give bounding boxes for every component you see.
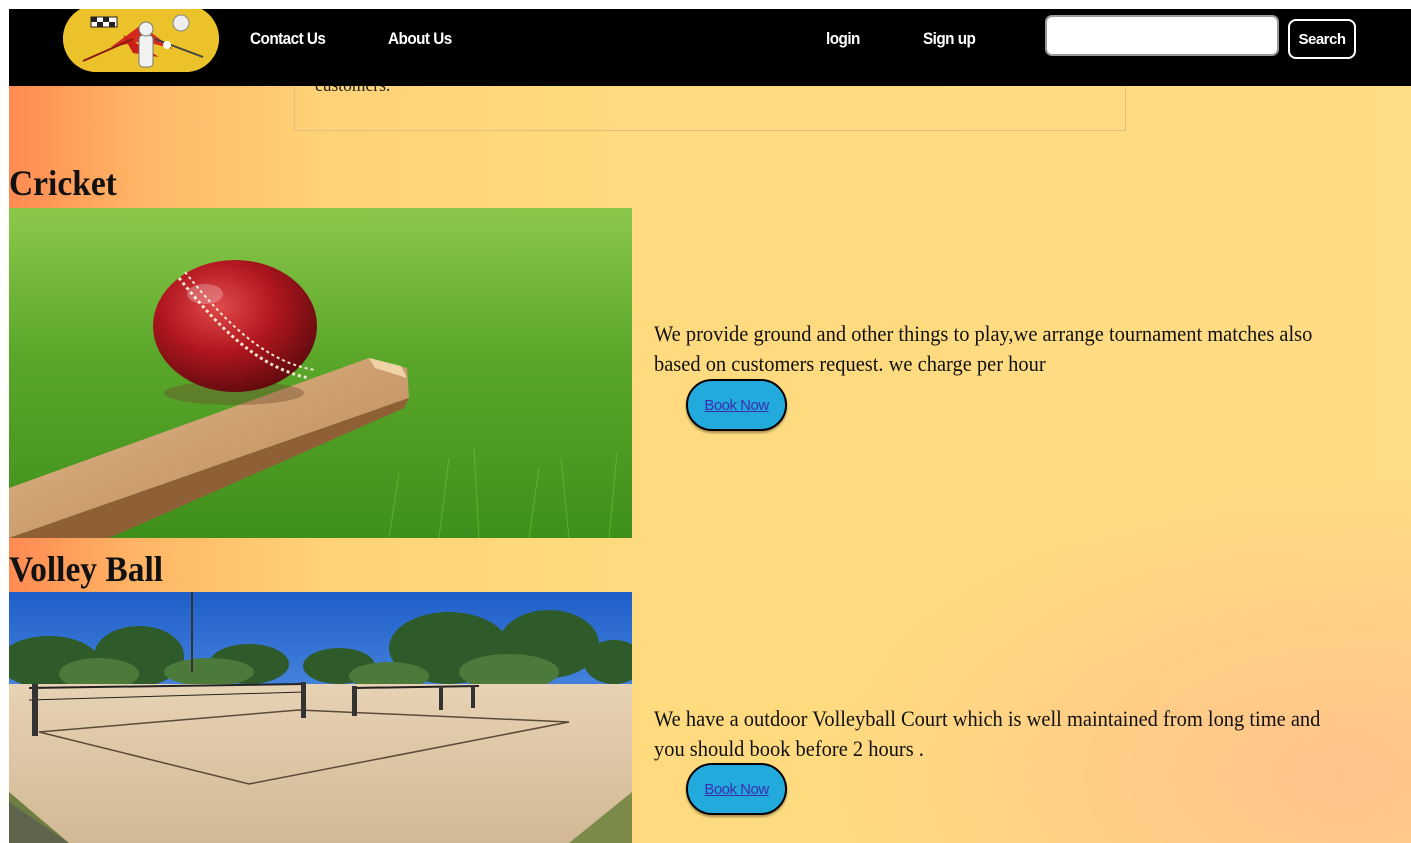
site-logo[interactable] — [63, 9, 219, 72]
beach-volleyball-court-image — [9, 592, 632, 843]
section-title-cricket: Cricket — [9, 163, 117, 203]
book-now-volleyball-button[interactable]: Book Now — [686, 763, 787, 815]
nav-login[interactable]: login — [826, 29, 860, 49]
cricket-description: We provide ground and other things to pl… — [654, 321, 1313, 376]
search-button[interactable]: Search — [1288, 19, 1356, 59]
page: customers. Contact Us About Us login Sig… — [9, 9, 1411, 843]
section-title-volleyball: Volley Ball — [9, 549, 164, 589]
book-now-cricket-button[interactable]: Book Now — [686, 379, 787, 431]
search-input[interactable] — [1045, 15, 1279, 56]
nav-sign-up[interactable]: Sign up — [923, 29, 976, 49]
sports-logo-icon — [63, 9, 219, 72]
cricket-image — [9, 208, 632, 538]
nav-about-us[interactable]: About Us — [388, 29, 452, 49]
cricket-ball-on-bat-image — [9, 208, 632, 538]
volleyball-image — [9, 592, 632, 843]
navbar: Contact Us About Us login Sign up Search — [9, 9, 1411, 86]
volleyball-description: We have a outdoor Volleyball Court which… — [654, 706, 1321, 761]
nav-contact-us[interactable]: Contact Us — [250, 29, 326, 49]
